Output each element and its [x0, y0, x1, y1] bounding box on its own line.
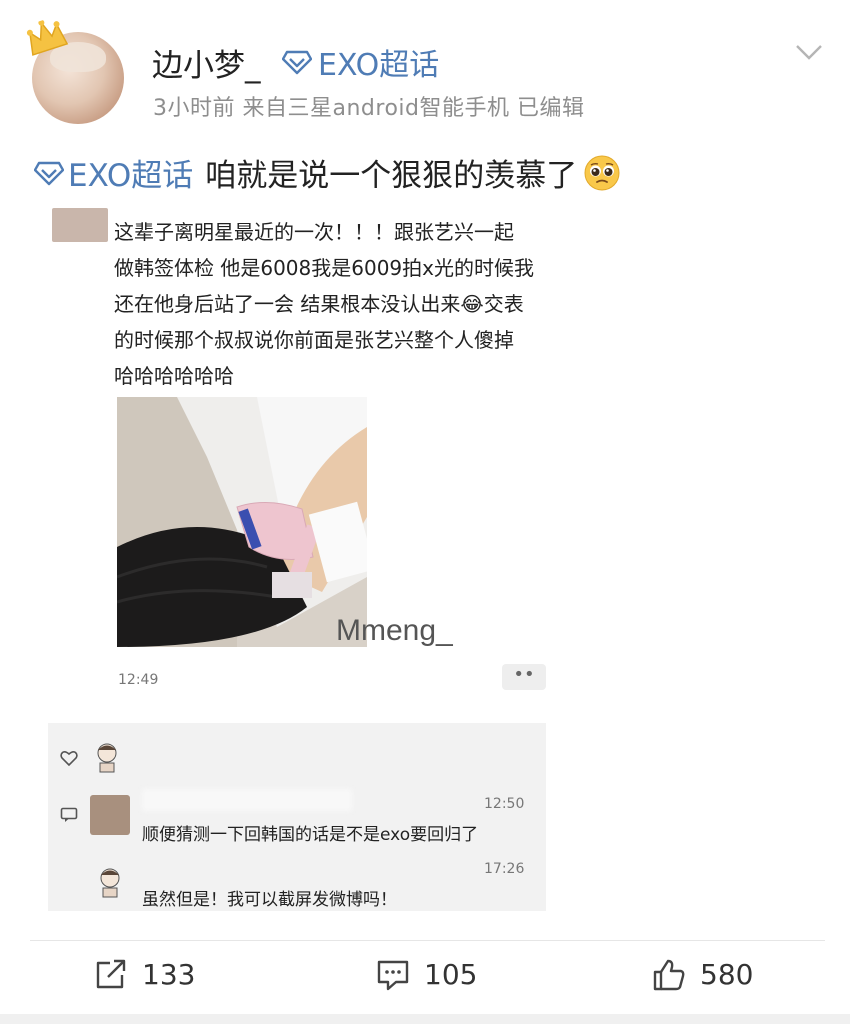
wristband-photo [117, 397, 367, 647]
photo-watermark: Mmeng_ [336, 614, 453, 647]
repost-button[interactable]: 133 [94, 958, 195, 991]
super-topic-label: EXO超话 [318, 48, 440, 83]
photo-illustration [117, 397, 367, 647]
quote-line: 还在他身后站了一会 结果根本没认出来😂交表 [114, 292, 524, 316]
replier-avatar-icon [100, 868, 120, 898]
chevron-down-icon[interactable] [794, 42, 824, 62]
username[interactable]: 边小梦_ [152, 40, 261, 85]
action-bar: 133 105 580 [0, 948, 850, 1008]
quoted-post-text: 这辈子离明星最近的一次！！！跟张艺兴一起 做韩签体检 他是6008我是6009拍… [114, 214, 554, 394]
liker-avatar-icon [97, 743, 117, 773]
commenter-avatar [90, 795, 130, 835]
comment-text: 顺便猜测一下回韩国的话是不是exo要回归了 [142, 825, 479, 845]
quoted-post-time: 12:49 [118, 672, 159, 688]
pleading-face-icon [584, 155, 620, 190]
like-count: 580 [700, 958, 754, 991]
like-button[interactable]: 580 [652, 958, 753, 991]
repost-icon [96, 959, 126, 988]
super-topic-badge[interactable]: EXO超话 [282, 40, 439, 84]
comment-icon [377, 960, 409, 990]
quote-line: 这辈子离明星最近的一次！！！跟张艺兴一起 [114, 220, 514, 244]
topic-label: EXO超话 [68, 158, 194, 194]
comment-button[interactable]: 105 [376, 958, 477, 991]
bottom-strip [0, 1014, 850, 1024]
post-meta: 3小时前 来自三星android智能手机 已编辑 [153, 96, 585, 121]
quote-line: 的时候那个叔叔说你前面是张艺兴整个人傻掉 [114, 328, 514, 352]
diamond-icon [282, 50, 312, 75]
comment-count: 105 [424, 958, 478, 991]
diamond-icon [34, 161, 64, 185]
reply-time: 17:26 [484, 861, 525, 877]
repost-count: 133 [142, 958, 196, 991]
comment-icon[interactable] [60, 807, 78, 823]
quote-line: 哈哈哈哈哈哈 [114, 364, 234, 388]
reply-text: 虽然但是！我可以截屏发微博吗！ [142, 890, 397, 910]
more-button[interactable]: •• [502, 664, 546, 690]
comment-time: 12:50 [484, 796, 525, 812]
embedded-screenshot[interactable]: 这辈子离明星最近的一次！！！跟张艺兴一起 做韩签体检 他是6008我是6009拍… [40, 200, 560, 920]
topic-link[interactable]: EXO超话 [34, 150, 193, 195]
comment-section: 12:50 顺便猜测一下回韩国的话是不是exo要回归了 17:26 虽然但是！我… [48, 723, 546, 911]
blurred-username [142, 789, 352, 811]
user-avatar[interactable] [26, 19, 126, 124]
heart-icon[interactable] [60, 750, 78, 766]
post-body: EXO超话 咱就是说一个狠狠的羡慕了 [34, 150, 621, 195]
post-text: 咱就是说一个狠狠的羡慕了 [205, 158, 578, 194]
post-header: 边小梦_ EXO超话 3小时前 来自三星android智能手机 已编辑 [0, 0, 850, 140]
thumbs-up-icon [653, 959, 685, 990]
quote-line: 做韩签体检 他是6008我是6009拍x光的时候我 [114, 256, 534, 280]
divider [30, 940, 825, 941]
quoted-user-avatar [52, 208, 108, 242]
